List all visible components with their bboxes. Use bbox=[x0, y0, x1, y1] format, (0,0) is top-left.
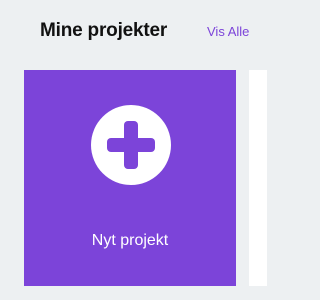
page-title: Mine projekter bbox=[40, 20, 168, 41]
section-header: Mine projekter Vis Alle bbox=[0, 0, 267, 62]
plus-icon bbox=[91, 105, 171, 185]
new-project-label: Nyt projekt bbox=[91, 232, 169, 249]
view-all-link[interactable]: Vis Alle bbox=[207, 24, 249, 39]
project-card[interactable] bbox=[249, 70, 267, 286]
new-project-card[interactable]: Nyt projekt bbox=[24, 70, 236, 286]
